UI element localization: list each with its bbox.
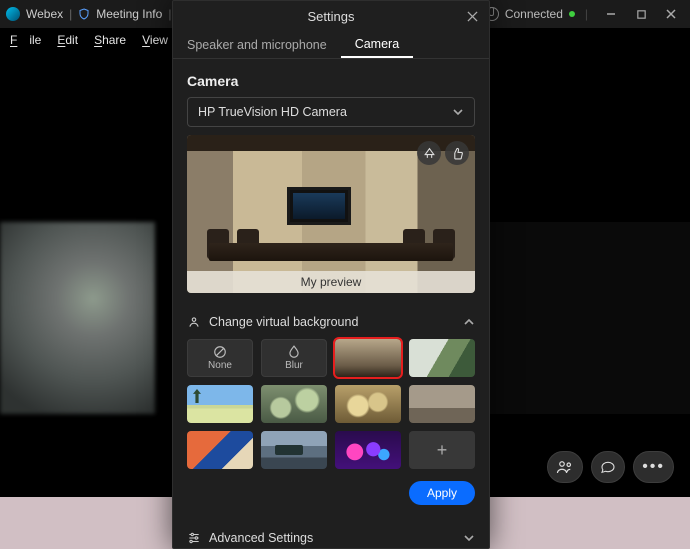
preview-rotate-button[interactable]	[417, 141, 441, 165]
camera-heading: Camera	[187, 73, 475, 89]
webex-logo-icon	[6, 7, 20, 21]
none-icon	[213, 345, 227, 359]
apply-button[interactable]: Apply	[409, 481, 475, 505]
status-dot-icon	[569, 11, 575, 17]
tab-speaker-mic[interactable]: Speaker and microphone	[173, 31, 341, 58]
bg-thumb-loft[interactable]	[409, 385, 475, 423]
bg-thumb-space[interactable]	[335, 431, 401, 469]
tab-camera[interactable]: Camera	[341, 31, 413, 58]
bg-thumb-bokeh-green[interactable]	[261, 385, 327, 423]
user-bg-icon	[187, 315, 201, 329]
meeting-info-label[interactable]: Meeting Info	[96, 7, 162, 21]
settings-panel: Settings Speaker and microphone Camera C…	[172, 0, 490, 549]
camera-select[interactable]: HP TrueVision HD Camera	[187, 97, 475, 127]
connection-status: Connected	[485, 7, 575, 21]
bg-thumb-ferns[interactable]	[409, 339, 475, 377]
panel-close-button[interactable]	[463, 7, 481, 25]
camera-select-value: HP TrueVision HD Camera	[198, 105, 347, 119]
chevron-down-icon	[452, 106, 464, 118]
menu-file[interactable]: File	[4, 31, 47, 49]
close-button[interactable]	[658, 4, 684, 24]
participants-button[interactable]	[547, 451, 583, 483]
floating-action-bar: •••	[547, 451, 674, 483]
minimize-button[interactable]	[598, 4, 624, 24]
vbg-label: Change virtual background	[209, 315, 358, 329]
shield-icon	[78, 8, 90, 20]
panel-title: Settings	[308, 9, 355, 24]
panel-tabs: Speaker and microphone Camera	[173, 31, 489, 59]
bg-option-blur[interactable]: Blur	[261, 339, 327, 377]
panel-header: Settings	[173, 1, 489, 31]
plus-icon: +	[437, 441, 448, 459]
preview-thumbs-button[interactable]	[445, 141, 469, 165]
bg-thumb-beach[interactable]	[187, 385, 253, 423]
bg-thumb-office[interactable]	[335, 339, 401, 377]
chat-button[interactable]	[591, 451, 625, 483]
bg-thumb-shapes[interactable]	[187, 431, 253, 469]
video-tile-dark	[490, 222, 690, 414]
connected-label: Connected	[505, 7, 563, 21]
video-tile-blurred	[0, 222, 155, 414]
bg-add-button[interactable]: +	[409, 431, 475, 469]
advanced-settings-expander[interactable]: Advanced Settings	[187, 531, 475, 545]
bg-option-none[interactable]: None	[187, 339, 253, 377]
preview-label: My preview	[187, 271, 475, 293]
menu-share[interactable]: Share	[88, 31, 132, 49]
brand-label: Webex	[26, 7, 63, 21]
bg-blur-label: Blur	[285, 360, 303, 371]
chevron-up-icon	[463, 316, 475, 328]
bg-thumb-bokeh-gold[interactable]	[335, 385, 401, 423]
app-window: Webex | Meeting Info | H Connected |	[0, 0, 690, 549]
bg-none-label: None	[208, 360, 232, 371]
more-options-button[interactable]: •••	[633, 451, 674, 483]
sliders-icon	[187, 531, 201, 545]
bg-thumb-cafe[interactable]	[261, 431, 327, 469]
blur-icon	[287, 345, 301, 359]
menu-edit[interactable]: Edit	[51, 31, 84, 49]
menu-view[interactable]: View	[136, 31, 174, 49]
camera-preview: My preview	[187, 135, 475, 293]
maximize-button[interactable]	[628, 4, 654, 24]
advanced-label: Advanced Settings	[209, 531, 313, 545]
background-grid: None Blur +	[187, 339, 475, 469]
chevron-down-icon	[463, 532, 475, 544]
virtual-background-expander[interactable]: Change virtual background	[187, 315, 475, 329]
